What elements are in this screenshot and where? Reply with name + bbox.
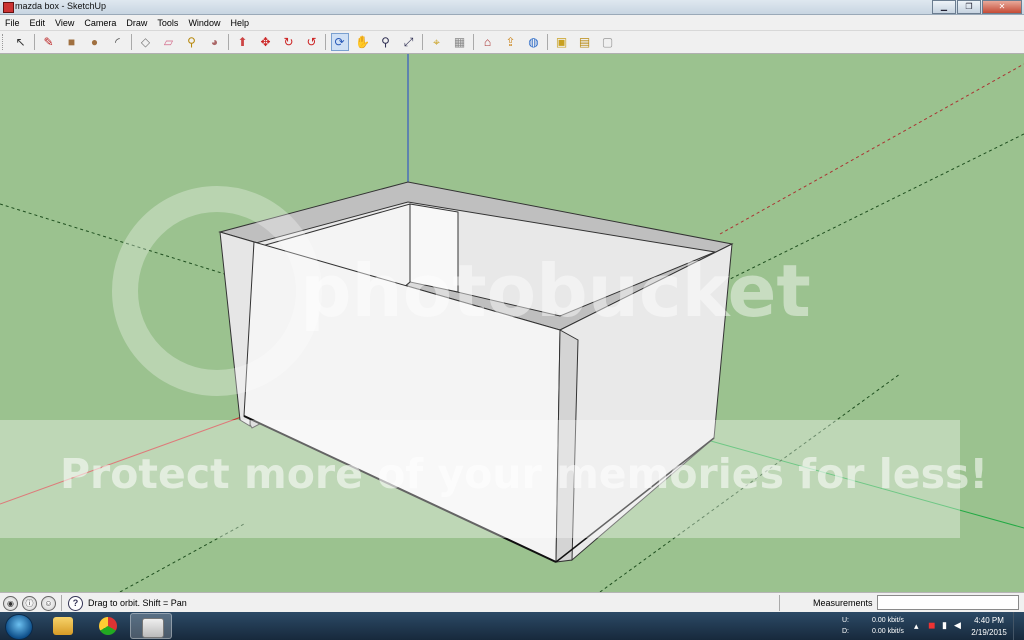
restore-button[interactable]: ❐: [957, 0, 981, 14]
circle-tool-icon[interactable]: ●: [86, 33, 104, 51]
toolbar-separator: [473, 34, 474, 50]
toolbar-separator: [547, 34, 548, 50]
menu-edit[interactable]: Edit: [25, 18, 51, 28]
toolbar-separator: [34, 34, 35, 50]
toolbar-separator: [422, 34, 423, 50]
help-icon[interactable]: ?: [68, 596, 83, 611]
getting-started-toolbar: ↖ ✎ ■ ● ◜ ◇ ▱ ⚲ ◕ ⬆ ✥ ↻ ↺ ⟳ ✋ ⚲ ⤢ ⌖ ▦ ⌂ …: [0, 31, 1024, 54]
photobucket-watermark-logo: photobucket: [300, 249, 811, 333]
security-icon[interactable]: ◼: [928, 620, 935, 631]
drawing-viewport[interactable]: photobucket Protect more of your memorie…: [0, 54, 1024, 592]
net-up-value: 0.00 kbit/s: [872, 617, 904, 624]
sketchup-app-icon[interactable]: [3, 2, 14, 13]
menu-camera[interactable]: Camera: [79, 18, 121, 28]
get-components-tool-icon[interactable]: ▣: [553, 33, 571, 51]
minimize-button[interactable]: ▁: [932, 0, 956, 14]
get-models-tool-icon[interactable]: ⌂: [479, 33, 497, 51]
toolbar-separator: [325, 34, 326, 50]
orbit-tool-icon[interactable]: ⟳: [330, 33, 349, 51]
network-icon[interactable]: ▮: [942, 620, 947, 631]
status-separator: [779, 595, 780, 611]
paint-bucket-tool-icon[interactable]: ◕: [206, 33, 224, 51]
window-controls: ▁ ❐ ✕: [931, 0, 1022, 14]
close-button[interactable]: ✕: [982, 0, 1022, 14]
user-icon[interactable]: ☺: [41, 596, 56, 611]
menu-draw[interactable]: Draw: [121, 18, 152, 28]
clock-time[interactable]: 4:40 PM: [969, 616, 1009, 625]
taskbar-chrome-button[interactable]: [87, 613, 129, 639]
rotate-tool-icon[interactable]: ↻: [280, 33, 298, 51]
toolbar-separator: [131, 34, 132, 50]
start-button[interactable]: [5, 614, 33, 640]
toggle-terrain-tool-icon[interactable]: ▦: [451, 33, 469, 51]
net-down-value: 0.00 kbit/s: [872, 628, 904, 635]
taskbar-sketchup-button[interactable]: [130, 613, 172, 639]
make-component-tool-icon[interactable]: ◇: [137, 33, 155, 51]
pan-tool-icon[interactable]: ✋: [354, 33, 372, 51]
toolbar-grip[interactable]: [2, 34, 6, 50]
status-bar: ◉ ⓘ ☺ ? Drag to orbit. Shift = Pan Measu…: [0, 592, 1024, 613]
move-tool-icon[interactable]: ✥: [257, 33, 275, 51]
add-location-tool-icon[interactable]: ⌖: [428, 33, 446, 51]
status-message: Drag to orbit. Shift = Pan: [88, 598, 187, 608]
clock-date[interactable]: 2/19/2015: [966, 628, 1012, 637]
windows-taskbar: U: 0.00 kbit/s D: 0.00 kbit/s ▴ ◼ ▮ ◀ 4:…: [0, 612, 1024, 640]
toolbar-separator: [228, 34, 229, 50]
rectangle-tool-icon[interactable]: ■: [63, 33, 81, 51]
volume-icon[interactable]: ◀: [954, 620, 961, 631]
select-tool-icon[interactable]: ↖: [12, 33, 30, 51]
menu-bar: File Edit View Camera Draw Tools Window …: [0, 15, 1024, 31]
measurements-label: Measurements: [813, 598, 873, 608]
sketchup-icon: [142, 618, 164, 638]
folder-icon: [53, 617, 73, 635]
arc-tool-icon[interactable]: ◜: [109, 33, 127, 51]
taskbar-explorer-button[interactable]: [42, 613, 84, 639]
net-up-label: U:: [842, 617, 849, 624]
status-separator: [61, 595, 62, 611]
zoom-extents-tool-icon[interactable]: ⤢: [400, 33, 418, 51]
show-desktop-button[interactable]: [1013, 612, 1024, 640]
menu-help[interactable]: Help: [225, 18, 254, 28]
eraser-tool-icon[interactable]: ▱: [160, 33, 178, 51]
tape-measure-tool-icon[interactable]: ⚲: [183, 33, 201, 51]
title-bar: mazda box - SketchUp ▁ ❐ ✕: [0, 0, 1024, 15]
window-title: mazda box - SketchUp: [15, 1, 107, 11]
show-hidden-icons-icon[interactable]: ▴: [914, 621, 919, 632]
net-down-label: D:: [842, 628, 849, 635]
preview-google-earth-tool-icon[interactable]: ◍: [525, 33, 543, 51]
push-pull-tool-icon[interactable]: ⬆: [234, 33, 252, 51]
extension-warehouse-tool-icon[interactable]: ▢: [599, 33, 617, 51]
menu-file[interactable]: File: [0, 18, 25, 28]
menu-tools[interactable]: Tools: [152, 18, 183, 28]
zoom-tool-icon[interactable]: ⚲: [377, 33, 395, 51]
geo-location-icon[interactable]: ◉: [3, 596, 18, 611]
menu-window[interactable]: Window: [183, 18, 225, 28]
share-model-tool-icon[interactable]: ⇪: [502, 33, 520, 51]
pencil-tool-icon[interactable]: ✎: [40, 33, 58, 51]
measurements-input[interactable]: [877, 595, 1019, 610]
offset-tool-icon[interactable]: ↺: [303, 33, 321, 51]
chrome-icon: [99, 617, 117, 635]
share-component-tool-icon[interactable]: ▤: [576, 33, 594, 51]
photobucket-watermark-ring: [112, 186, 322, 396]
menu-view[interactable]: View: [50, 18, 79, 28]
credits-icon[interactable]: ⓘ: [22, 596, 37, 611]
watermark-banner-text: Protect more of your memories for less!: [60, 450, 989, 498]
